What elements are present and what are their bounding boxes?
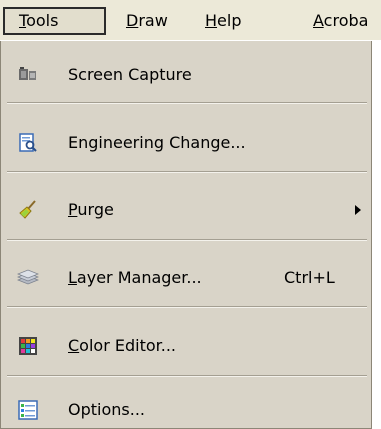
menu-item-purge-rest: urge (77, 200, 114, 219)
menu-draw[interactable]: Draw (112, 8, 182, 34)
menu-help-rest: elp (217, 11, 242, 30)
menu-help[interactable]: Help (191, 8, 255, 34)
camera-icon (17, 65, 39, 85)
broom-icon (17, 200, 39, 220)
menu-item-screen-capture[interactable]: Screen Capture (1, 59, 371, 91)
menu-item-purge-mnemonic: P (68, 200, 78, 219)
options-list-icon (17, 400, 39, 420)
color-grid-icon (17, 336, 39, 356)
menu-item-layer-manager-shortcut: Ctrl+L (284, 268, 335, 287)
menu-separator (7, 239, 367, 241)
menu-item-color-editor[interactable]: Color Editor... (1, 330, 371, 362)
menu-item-purge-label: Purge (68, 194, 114, 226)
menu-item-options-label: Options... (68, 400, 145, 419)
menu-item-engineering-change[interactable]: Engineering Change... (1, 127, 371, 159)
menu-item-options[interactable]: Options... (1, 394, 371, 426)
menu-acrobat-rest: croba (323, 11, 369, 30)
document-search-icon (17, 133, 39, 153)
menu-acrobat[interactable]: Acroba (299, 8, 381, 34)
menu-bar: Tools Draw Help Acroba (0, 0, 381, 40)
submenu-arrow-icon (355, 205, 361, 215)
menu-item-engineering-change-label: Engineering Change... (68, 133, 246, 152)
menu-help-mnemonic: H (205, 11, 218, 30)
menu-tools[interactable]: Tools (3, 7, 106, 35)
menu-draw-mnemonic: D (126, 11, 139, 30)
menu-draw-rest: raw (138, 11, 168, 30)
menu-acrobat-mnemonic: A (313, 11, 324, 30)
menu-separator (7, 375, 367, 377)
layers-icon (16, 268, 40, 288)
tools-dropdown-menu: Screen Capture Engineering Change... Pur… (0, 41, 372, 429)
menu-item-purge[interactable]: Purge (1, 194, 371, 226)
menu-separator (7, 306, 367, 308)
menu-item-layer-manager[interactable]: Layer Manager... Ctrl+L (1, 262, 371, 294)
menu-item-color-editor-label: Color Editor... (68, 330, 176, 362)
menu-item-color-editor-mnemonic: C (68, 336, 80, 355)
menu-item-layer-manager-rest: ayer Manager... (76, 268, 202, 287)
menu-item-layer-manager-label: Layer Manager... (68, 262, 202, 294)
menu-separator (7, 171, 367, 173)
menu-item-layer-manager-mnemonic: L (68, 268, 77, 287)
menu-item-color-editor-rest: olor Editor... (79, 336, 176, 355)
menu-item-screen-capture-label: Screen Capture (68, 65, 192, 84)
menu-tools-rest: ools (26, 11, 59, 30)
menu-separator (7, 102, 367, 104)
menu-tools-mnemonic: T (19, 11, 27, 30)
